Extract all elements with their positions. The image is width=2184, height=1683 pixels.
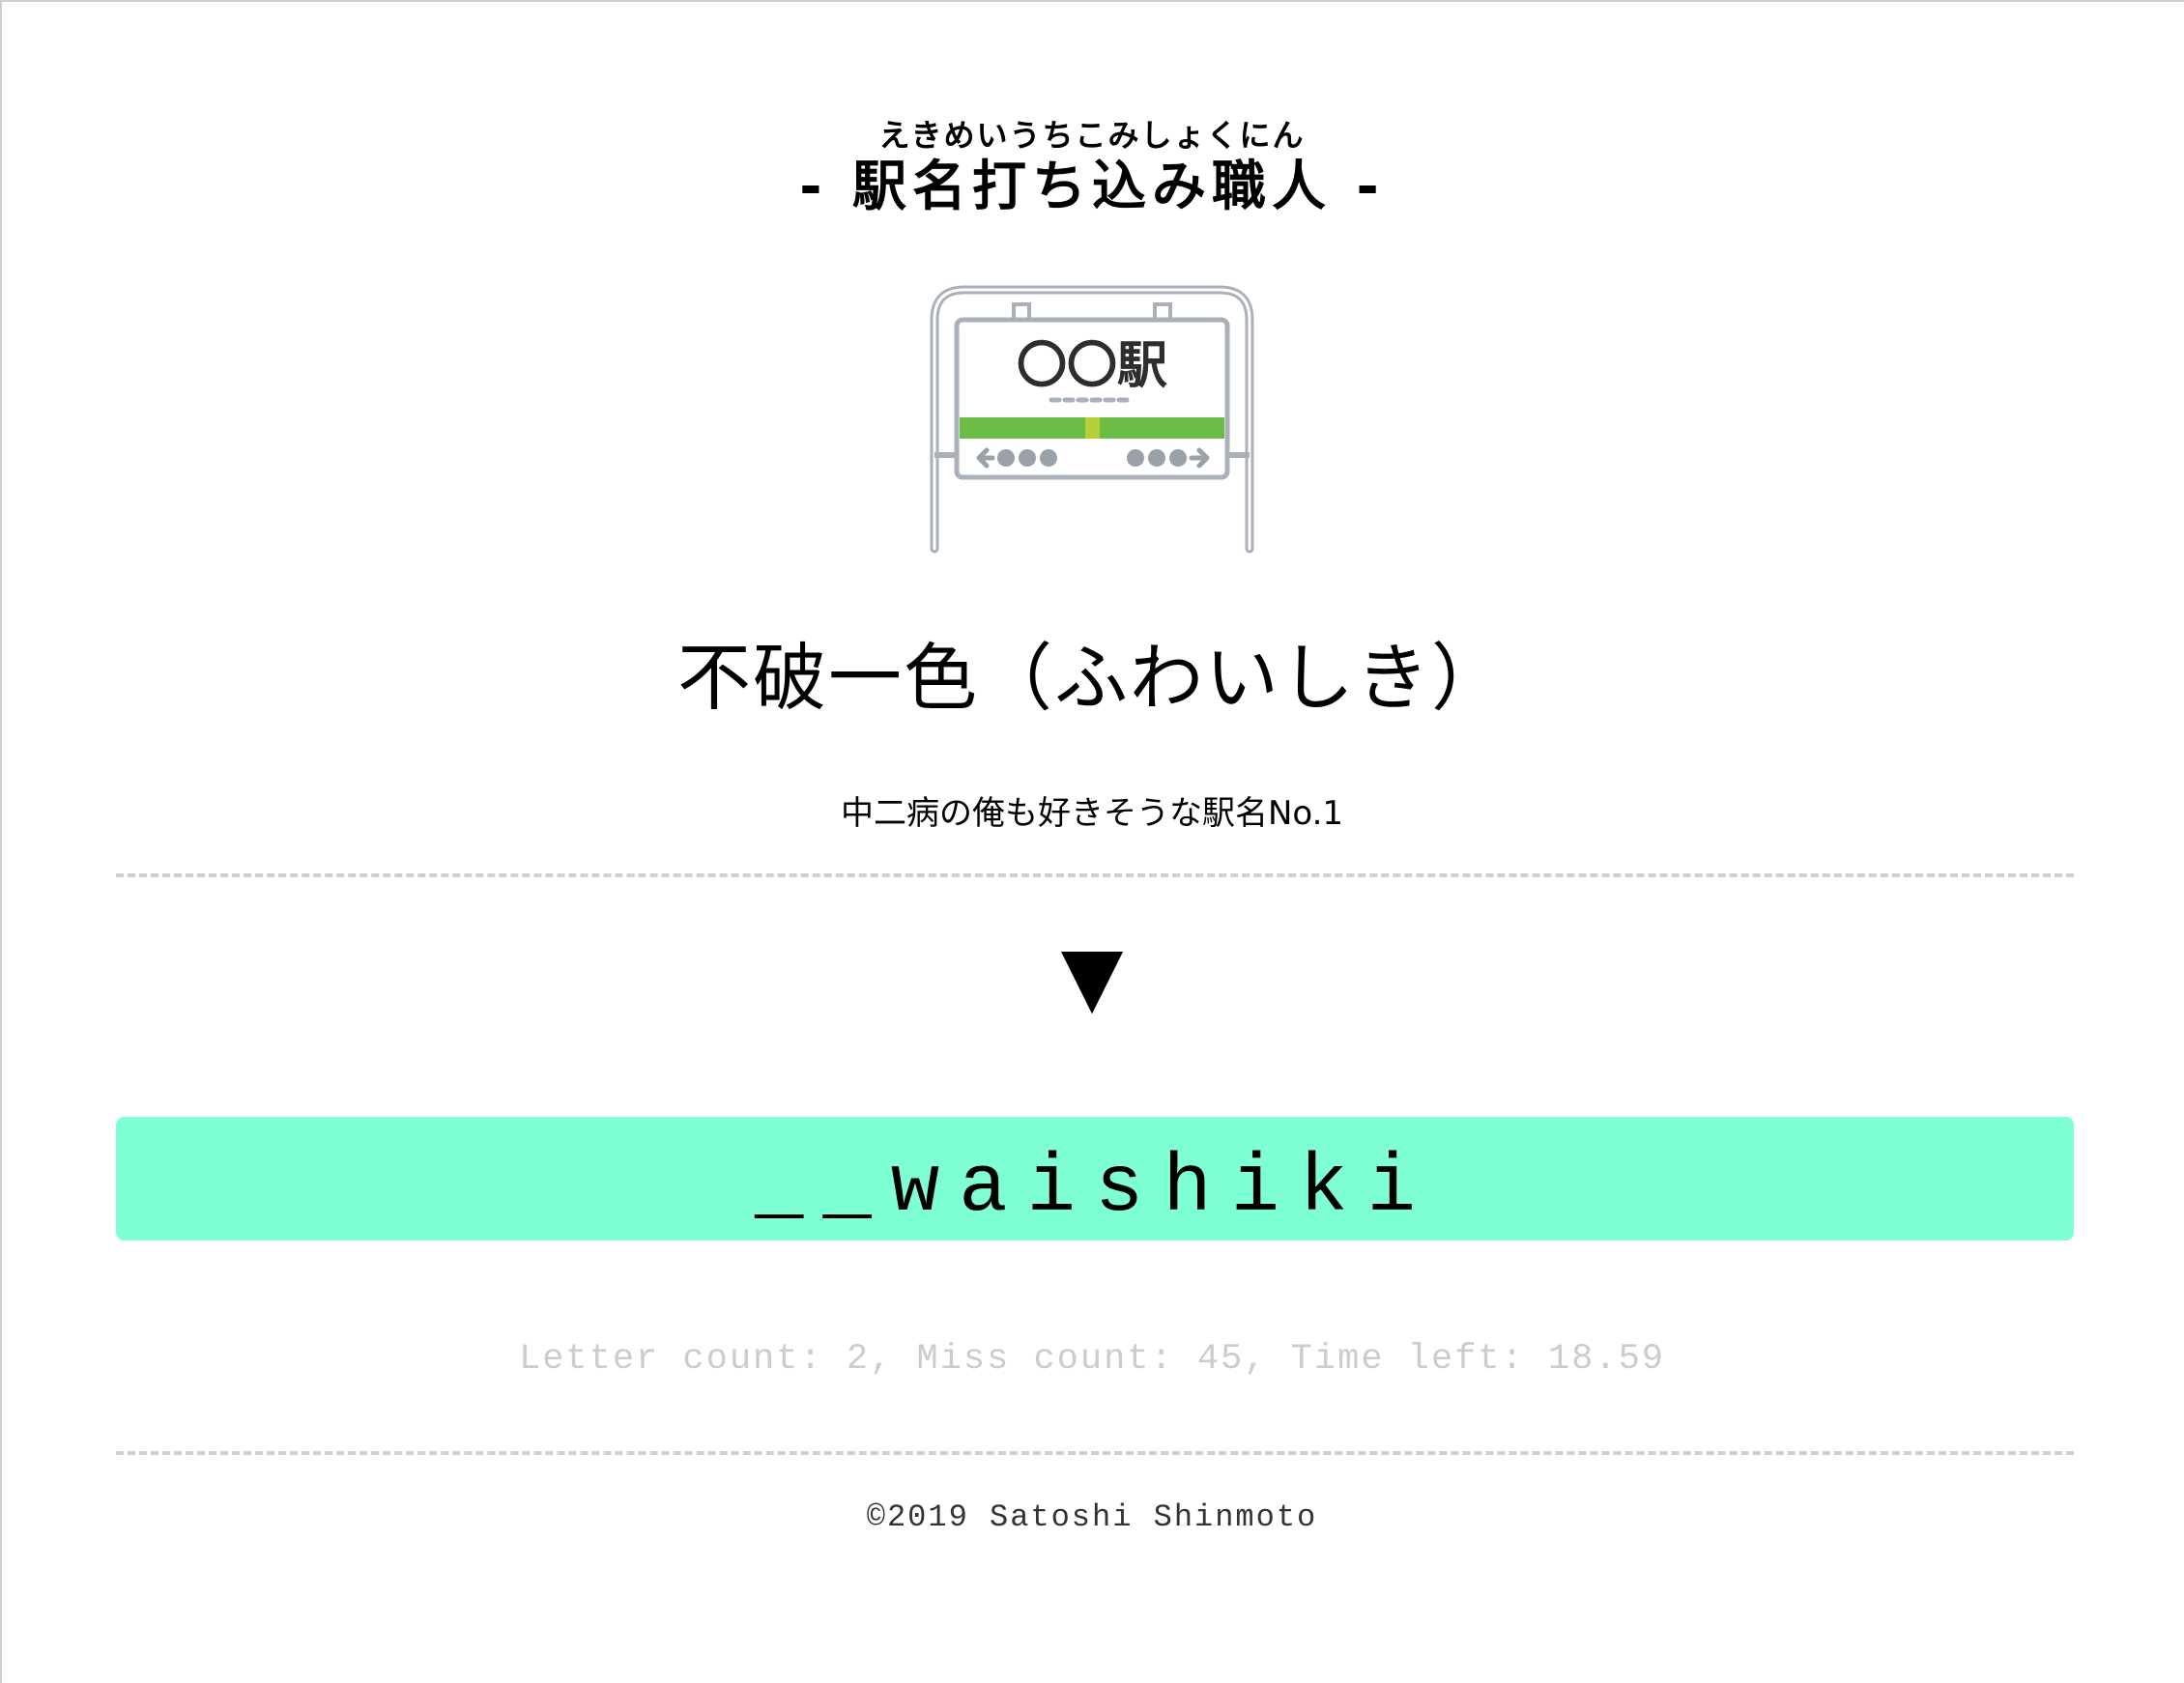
page-title: - 駅名打ち込み職人 - xyxy=(799,156,1385,218)
divider-top xyxy=(116,873,2074,877)
typing-area[interactable]: __waishiki xyxy=(116,1117,2074,1241)
station-name: 不破一色（ふわいしき） xyxy=(677,635,1507,721)
sign-station-name: 〇〇駅 xyxy=(1017,337,1167,395)
window-top-border xyxy=(0,0,2184,2)
game-stats: Letter count: 2, Miss count: 45, Time le… xyxy=(519,1339,1665,1380)
typed-text: __waishiki xyxy=(754,1143,1436,1235)
station-sign-illustration: 〇〇駅 xyxy=(930,285,1254,554)
divider-bottom xyxy=(116,1451,2074,1455)
station-description: 中二病の俺も好きそうな駅名No.1 xyxy=(840,794,1344,833)
window-left-border xyxy=(0,0,2,1683)
down-triangle-icon: ▼ xyxy=(1060,928,1124,1023)
copyright-footer: ©2019 Satoshi Shinmoto xyxy=(866,1499,1318,1535)
